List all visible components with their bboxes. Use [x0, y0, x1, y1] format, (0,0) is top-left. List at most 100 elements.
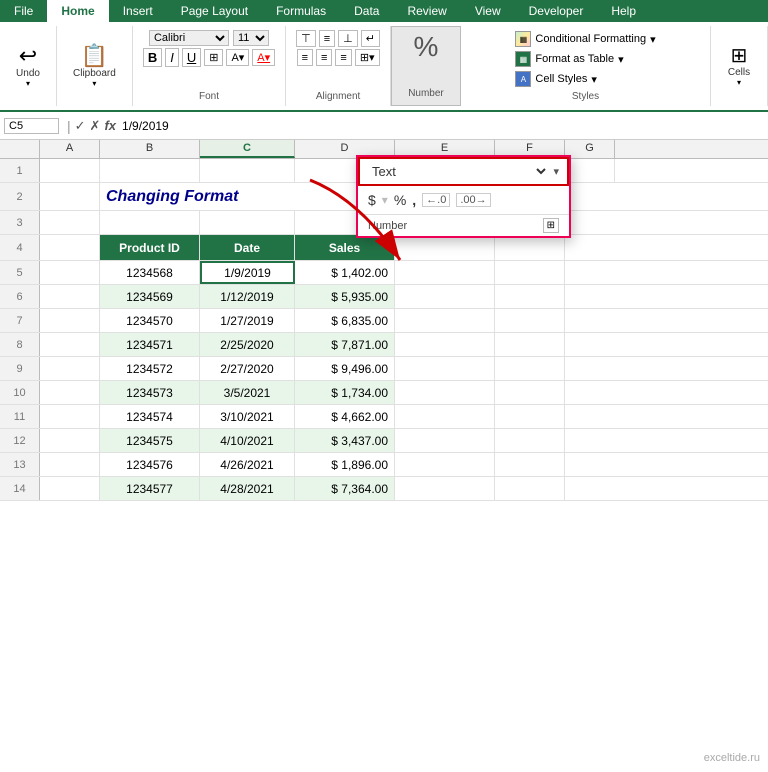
font-family-select[interactable]: Calibri: [149, 30, 229, 46]
tab-file[interactable]: File: [0, 0, 47, 22]
cell-b9[interactable]: 1234572: [100, 357, 200, 380]
cell-c11[interactable]: 3/10/2021: [200, 405, 295, 428]
cell-d11[interactable]: $ 4,662.00: [295, 405, 395, 428]
cell-a1[interactable]: [40, 159, 100, 182]
tab-data[interactable]: Data: [340, 0, 393, 22]
align-right-button[interactable]: ≡: [335, 49, 351, 66]
font-size-select[interactable]: 11: [233, 30, 269, 46]
wrap-text-button[interactable]: ↵: [361, 30, 380, 47]
cell-d10[interactable]: $ 1,734.00: [295, 381, 395, 404]
cell-a4[interactable]: [40, 235, 100, 260]
number-expand-icon[interactable]: ⊞: [543, 218, 559, 233]
cell-a6[interactable]: [40, 285, 100, 308]
cell-c5[interactable]: 1/9/2019: [200, 261, 295, 284]
dollar-symbol[interactable]: $: [368, 192, 376, 208]
col-header-c[interactable]: C: [200, 140, 295, 158]
cells-button[interactable]: ⊞ Cells ▾: [721, 44, 757, 89]
tab-review[interactable]: Review: [393, 0, 460, 22]
percent-symbol[interactable]: %: [394, 192, 406, 208]
fill-color-button[interactable]: A▾: [226, 49, 249, 66]
cell-d7[interactable]: $ 6,835.00: [295, 309, 395, 332]
cell-b14[interactable]: 1234577: [100, 477, 200, 500]
formula-input[interactable]: [122, 119, 764, 133]
tab-formulas[interactable]: Formulas: [262, 0, 340, 22]
tab-insert[interactable]: Insert: [109, 0, 167, 22]
cell-b8[interactable]: 1234571: [100, 333, 200, 356]
cell-a9[interactable]: [40, 357, 100, 380]
cell-c7[interactable]: 1/27/2019: [200, 309, 295, 332]
cell-d13[interactable]: $ 1,896.00: [295, 453, 395, 476]
format-as-table-button[interactable]: ▦ Format as Table ▾: [512, 50, 626, 68]
cell-a8[interactable]: [40, 333, 100, 356]
cell-styles-button[interactable]: A Cell Styles ▾: [512, 70, 600, 88]
col-header-g[interactable]: G: [565, 140, 615, 158]
cell-c13[interactable]: 4/26/2021: [200, 453, 295, 476]
cell-b13[interactable]: 1234576: [100, 453, 200, 476]
cell-c4-date[interactable]: Date: [200, 235, 295, 260]
cell-d6[interactable]: $ 5,935.00: [295, 285, 395, 308]
cell-c12[interactable]: 4/10/2021: [200, 429, 295, 452]
cell-a5[interactable]: [40, 261, 100, 284]
cell-b5[interactable]: 1234568: [100, 261, 200, 284]
cell-a14[interactable]: [40, 477, 100, 500]
cell-f5[interactable]: [495, 261, 565, 284]
cell-a11[interactable]: [40, 405, 100, 428]
cell-a3[interactable]: [40, 211, 100, 234]
cell-b3[interactable]: [100, 211, 200, 234]
cell-d8[interactable]: $ 7,871.00: [295, 333, 395, 356]
tab-developer[interactable]: Developer: [515, 0, 598, 22]
cell-b1[interactable]: [100, 159, 200, 182]
tab-home[interactable]: Home: [47, 0, 108, 22]
clipboard-button[interactable]: 📋 Clipboard ▾: [67, 43, 122, 90]
cell-b12[interactable]: 1234575: [100, 429, 200, 452]
cell-c3[interactable]: [200, 211, 295, 234]
cell-g1[interactable]: [565, 159, 615, 182]
cell-f4[interactable]: [495, 235, 565, 260]
col-header-b[interactable]: B: [100, 140, 200, 158]
bold-button[interactable]: B: [143, 48, 162, 67]
cell-d5[interactable]: $ 1,402.00: [295, 261, 395, 284]
cell-c6[interactable]: 1/12/2019: [200, 285, 295, 308]
border-button[interactable]: ⊞: [204, 49, 223, 66]
align-left-button[interactable]: ≡: [297, 49, 313, 66]
decrease-decimal-symbol[interactable]: .00→: [456, 193, 490, 207]
cell-c1[interactable]: [200, 159, 295, 182]
cell-a2[interactable]: [40, 183, 100, 210]
underline-button[interactable]: U: [182, 48, 201, 67]
cell-b6[interactable]: 1234569: [100, 285, 200, 308]
cell-a7[interactable]: [40, 309, 100, 332]
cell-b11[interactable]: 1234574: [100, 405, 200, 428]
merge-button[interactable]: ⊞▾: [355, 49, 380, 66]
formula-cross-icon[interactable]: ✗: [90, 118, 101, 134]
cell-d14[interactable]: $ 7,364.00: [295, 477, 395, 500]
align-middle-button[interactable]: ≡: [319, 30, 335, 47]
tab-view[interactable]: View: [461, 0, 515, 22]
number-format-select[interactable]: Text General Number Currency Date: [368, 163, 549, 180]
cell-reference-input[interactable]: [4, 118, 59, 134]
cell-a10[interactable]: [40, 381, 100, 404]
undo-button[interactable]: ↩ Undo ▾: [10, 43, 46, 90]
cell-b7[interactable]: 1234570: [100, 309, 200, 332]
cell-d12[interactable]: $ 3,437.00: [295, 429, 395, 452]
cell-e4[interactable]: [395, 235, 495, 260]
increase-decimal-symbol[interactable]: ←.0: [422, 193, 450, 207]
col-header-a[interactable]: A: [40, 140, 100, 158]
align-bottom-button[interactable]: ⊥: [338, 30, 358, 47]
align-center-button[interactable]: ≡: [316, 49, 332, 66]
formula-check-icon[interactable]: ✓: [75, 118, 86, 134]
cell-b4-product-id[interactable]: Product ID: [100, 235, 200, 260]
cell-d4-sales[interactable]: Sales: [295, 235, 395, 260]
italic-button[interactable]: I: [165, 48, 179, 67]
cell-c8[interactable]: 2/25/2020: [200, 333, 295, 356]
cell-e5[interactable]: [395, 261, 495, 284]
align-top-button[interactable]: ⊤: [296, 30, 316, 47]
comma-symbol[interactable]: ,: [412, 192, 416, 208]
tab-page-layout[interactable]: Page Layout: [167, 0, 262, 22]
font-color-button[interactable]: A▾: [252, 49, 275, 66]
cell-c9[interactable]: 2/27/2020: [200, 357, 295, 380]
cell-c14[interactable]: 4/28/2021: [200, 477, 295, 500]
cell-b10[interactable]: 1234573: [100, 381, 200, 404]
tab-help[interactable]: Help: [597, 0, 650, 22]
cell-a13[interactable]: [40, 453, 100, 476]
cell-c10[interactable]: 3/5/2021: [200, 381, 295, 404]
